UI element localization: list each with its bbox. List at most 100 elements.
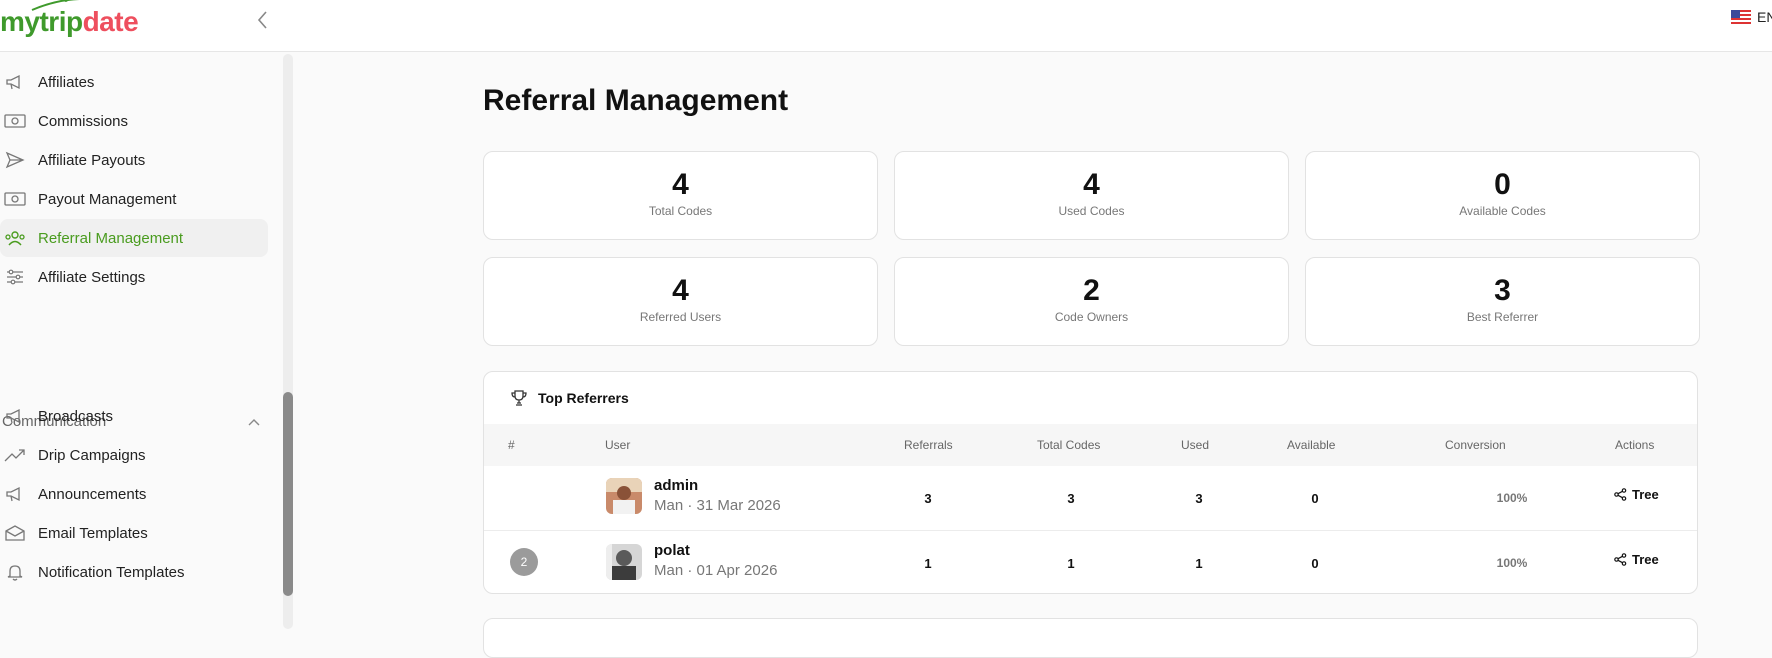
used-value: 3	[1195, 491, 1203, 506]
stat-value: 3	[1494, 274, 1511, 307]
referrals-value: 3	[924, 491, 932, 506]
column-header-actions: Actions	[1615, 438, 1655, 452]
send-icon	[2, 150, 28, 170]
stat-value: 4	[672, 274, 689, 307]
sidebar-item-label: Affiliates	[38, 73, 95, 91]
stat-card-used-codes: 4 Used Codes	[894, 151, 1289, 240]
total-codes-value: 3	[1067, 491, 1075, 506]
next-card	[483, 618, 1698, 658]
bell-icon	[2, 562, 28, 582]
sidebar-item-label: Referral Management	[38, 229, 184, 247]
app-logo[interactable]: mytripdate	[0, 0, 139, 38]
table-header: # User Referrals Total Codes Used Availa…	[484, 424, 1697, 466]
stat-card-available-codes: 0 Available Codes	[1305, 151, 1700, 240]
avatar	[606, 544, 642, 580]
stat-card-best-referrer: 3 Best Referrer	[1305, 257, 1700, 346]
language-selector[interactable]: EN	[1731, 9, 1772, 25]
stat-card-code-owners: 2 Code Owners	[894, 257, 1289, 346]
banknote-icon	[2, 111, 28, 131]
logo-text-date: date	[82, 6, 139, 37]
table-row: admin Man · 31 Mar 2026 3 3 3 0 100% Tre…	[484, 466, 1697, 531]
user-name[interactable]: admin	[654, 477, 698, 494]
us-flag-icon	[1731, 10, 1751, 24]
share-icon	[1614, 488, 1627, 501]
sidebar-item-affiliates[interactable]: Affiliates	[0, 63, 268, 101]
language-label: EN	[1757, 9, 1772, 25]
share-icon	[1614, 553, 1627, 566]
sidebar-item-commissions[interactable]: Commissions	[0, 102, 268, 140]
top-bar: mytripdate EN	[0, 0, 1772, 52]
stat-value: 4	[1083, 168, 1100, 201]
column-header-referrals: Referrals	[904, 438, 953, 452]
tree-button[interactable]: Tree	[1614, 487, 1659, 502]
sidebar-item-announcements[interactable]: Announcements	[0, 475, 268, 513]
total-codes-value: 1	[1067, 556, 1075, 571]
tree-button[interactable]: Tree	[1614, 552, 1659, 567]
card-header: Top Referrers	[510, 389, 629, 407]
available-value: 0	[1311, 491, 1319, 506]
rank-badge: 2	[510, 548, 538, 576]
megaphone-icon	[2, 72, 28, 92]
megaphone-icon	[2, 406, 28, 426]
sidebar-item-affiliate-settings[interactable]: Affiliate Settings	[0, 258, 268, 296]
available-value: 0	[1311, 556, 1319, 571]
user-name[interactable]: polat	[654, 542, 690, 559]
column-header-rank: #	[508, 438, 515, 452]
sidebar-item-label: Drip Campaigns	[38, 446, 146, 464]
users-icon	[2, 228, 28, 248]
conversion-value: 100%	[1496, 491, 1528, 505]
banknote-icon	[2, 189, 28, 209]
sidebar-item-label: Commissions	[38, 112, 129, 130]
sidebar-item-label: Email Templates	[38, 524, 148, 542]
stat-label: Used Codes	[1058, 204, 1125, 218]
stat-card-total-codes: 4 Total Codes	[483, 151, 878, 240]
trending-up-icon	[2, 445, 28, 465]
sidebar-item-drip-campaigns[interactable]: Drip Campaigns	[0, 436, 268, 474]
stat-card-referred-users: 4 Referred Users	[483, 257, 878, 346]
sidebar-item-label: Affiliate Settings	[38, 268, 146, 286]
user-meta: Man · 31 Mar 2026	[654, 497, 781, 514]
sidebar-item-label: Announcements	[38, 485, 147, 503]
stat-label: Total Codes	[648, 204, 713, 218]
sidebar-item-notification-templates[interactable]: Notification Templates	[0, 553, 268, 591]
stat-label: Best Referrer	[1466, 310, 1539, 324]
stat-value: 4	[672, 168, 689, 201]
column-header-used: Used	[1181, 438, 1210, 452]
page-title: Referral Management	[483, 84, 789, 117]
sidebar-item-affiliate-payouts[interactable]: Affiliate Payouts	[0, 141, 268, 179]
tree-button-label: Tree	[1632, 487, 1659, 502]
column-header-available: Available	[1287, 438, 1336, 452]
stat-label: Code Owners	[1054, 310, 1129, 324]
card-title: Top Referrers	[538, 390, 629, 406]
referrals-value: 1	[924, 556, 932, 571]
sidebar: Affiliates Commissions Affiliate Payouts…	[0, 52, 295, 629]
sidebar-item-label: Broadcasts	[38, 407, 114, 425]
sidebar-item-label: Notification Templates	[38, 563, 185, 581]
sidebar-item-broadcasts[interactable]: Broadcasts	[0, 397, 268, 435]
column-header-user: User	[605, 438, 631, 452]
stat-label: Referred Users	[639, 310, 722, 324]
conversion-value: 100%	[1496, 556, 1528, 570]
sliders-icon	[2, 267, 28, 287]
megaphone-icon	[2, 484, 28, 504]
tree-button-label: Tree	[1632, 552, 1659, 567]
trophy-icon	[511, 390, 527, 406]
sidebar-item-email-templates[interactable]: Email Templates	[0, 514, 268, 552]
table-row: 2 polat Man · 01 Apr 2026 1 1 1 0 100% T…	[484, 531, 1697, 593]
stat-label: Available Codes	[1459, 204, 1546, 218]
sidebar-item-label: Payout Management	[38, 190, 177, 208]
column-header-conversion: Conversion	[1445, 438, 1506, 452]
airplane-icon	[31, 0, 81, 11]
avatar	[606, 478, 642, 514]
column-header-total-codes: Total Codes	[1037, 438, 1101, 452]
collapse-sidebar-icon[interactable]	[254, 9, 272, 31]
sidebar-item-referral-management[interactable]: Referral Management	[0, 219, 268, 257]
envelope-open-icon	[2, 523, 28, 543]
sidebar-item-payout-management[interactable]: Payout Management	[0, 180, 268, 218]
stat-value: 2	[1083, 274, 1100, 307]
user-meta: Man · 01 Apr 2026	[654, 562, 778, 579]
top-referrers-card: Top Referrers # User Referrals Total Cod…	[483, 371, 1698, 594]
stat-value: 0	[1494, 168, 1511, 201]
sidebar-scrollbar-thumb[interactable]	[283, 392, 293, 596]
sidebar-item-label: Affiliate Payouts	[38, 151, 146, 169]
